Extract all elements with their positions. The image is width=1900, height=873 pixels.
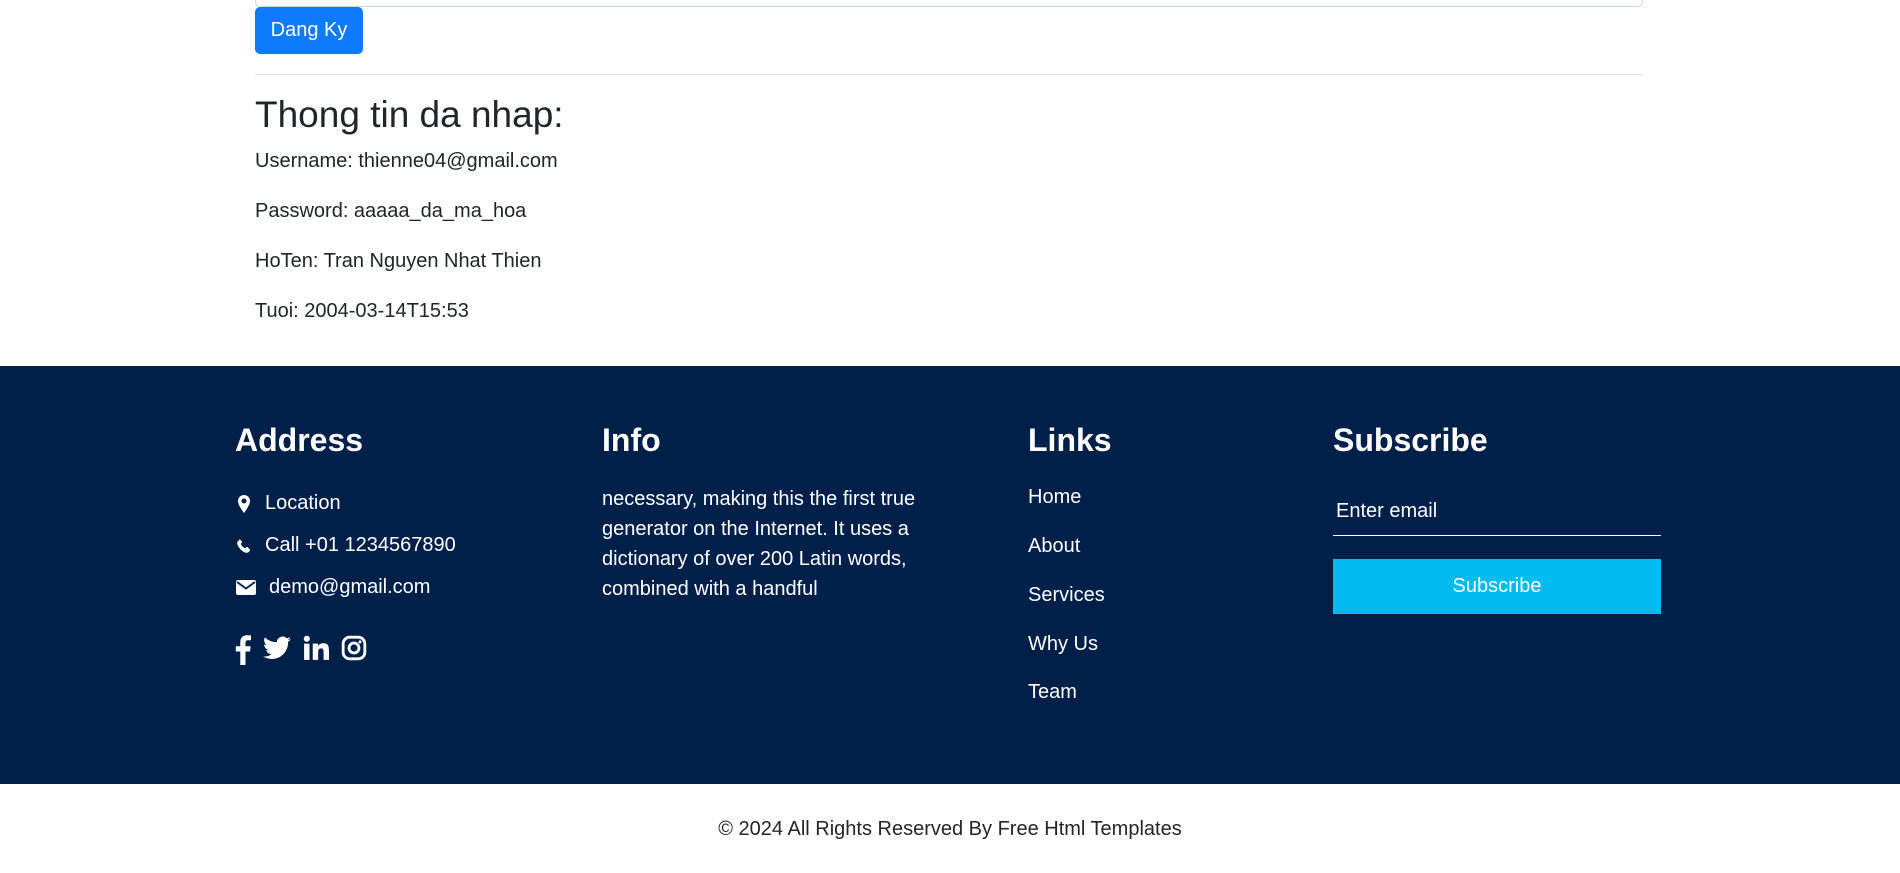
footer: Address Location Call +01 1234567890 dem… bbox=[0, 366, 1900, 784]
username-line: Username: thienne04@gmail.com bbox=[255, 150, 558, 172]
email-label: demo@gmail.com bbox=[269, 576, 431, 598]
submitted-info-title: Thong tin da nhap: bbox=[255, 94, 564, 135]
divider bbox=[255, 74, 1643, 75]
facebook-icon[interactable] bbox=[235, 635, 251, 665]
footer-link-about[interactable]: About bbox=[1028, 535, 1080, 558]
social-links bbox=[235, 635, 367, 665]
subscribe-email-input[interactable] bbox=[1333, 488, 1661, 536]
links-heading: Links bbox=[1028, 422, 1112, 458]
location-label: Location bbox=[265, 492, 341, 514]
password-line: Password: aaaaa_da_ma_hoa bbox=[255, 200, 527, 222]
phone-label: Call +01 1234567890 bbox=[265, 534, 456, 556]
address-heading: Address bbox=[235, 422, 364, 458]
map-marker-icon bbox=[235, 494, 253, 513]
form-input-bottom-edge[interactable] bbox=[255, 0, 1643, 7]
info-paragraph: necessary, making this the first true ge… bbox=[602, 488, 916, 600]
footer-link-team[interactable]: Team bbox=[1028, 681, 1077, 704]
register-button[interactable]: Dang Ky bbox=[255, 7, 363, 54]
copyright-text: © 2024 All Rights Reserved By Free Html … bbox=[718, 818, 1182, 840]
info-heading: Info bbox=[602, 422, 661, 458]
email-link[interactable]: demo@gmail.com bbox=[235, 576, 430, 599]
footer-link-why-us[interactable]: Why Us bbox=[1028, 633, 1098, 656]
phone-icon bbox=[235, 537, 253, 555]
subscribe-button[interactable]: Subscribe bbox=[1333, 559, 1661, 614]
footer-link-services[interactable]: Services bbox=[1028, 584, 1105, 607]
twitter-icon[interactable] bbox=[263, 635, 291, 665]
hoten-line: HoTen: Tran Nguyen Nhat Thien bbox=[255, 250, 542, 272]
location-link[interactable]: Location bbox=[235, 492, 341, 515]
subscribe-heading: Subscribe bbox=[1333, 422, 1488, 458]
envelope-icon bbox=[235, 579, 257, 597]
instagram-icon[interactable] bbox=[341, 635, 367, 665]
phone-link[interactable]: Call +01 1234567890 bbox=[235, 534, 456, 557]
linkedin-icon[interactable] bbox=[303, 635, 329, 665]
tuoi-line: Tuoi: 2004-03-14T15:53 bbox=[255, 300, 469, 322]
footer-link-home[interactable]: Home bbox=[1028, 486, 1081, 509]
